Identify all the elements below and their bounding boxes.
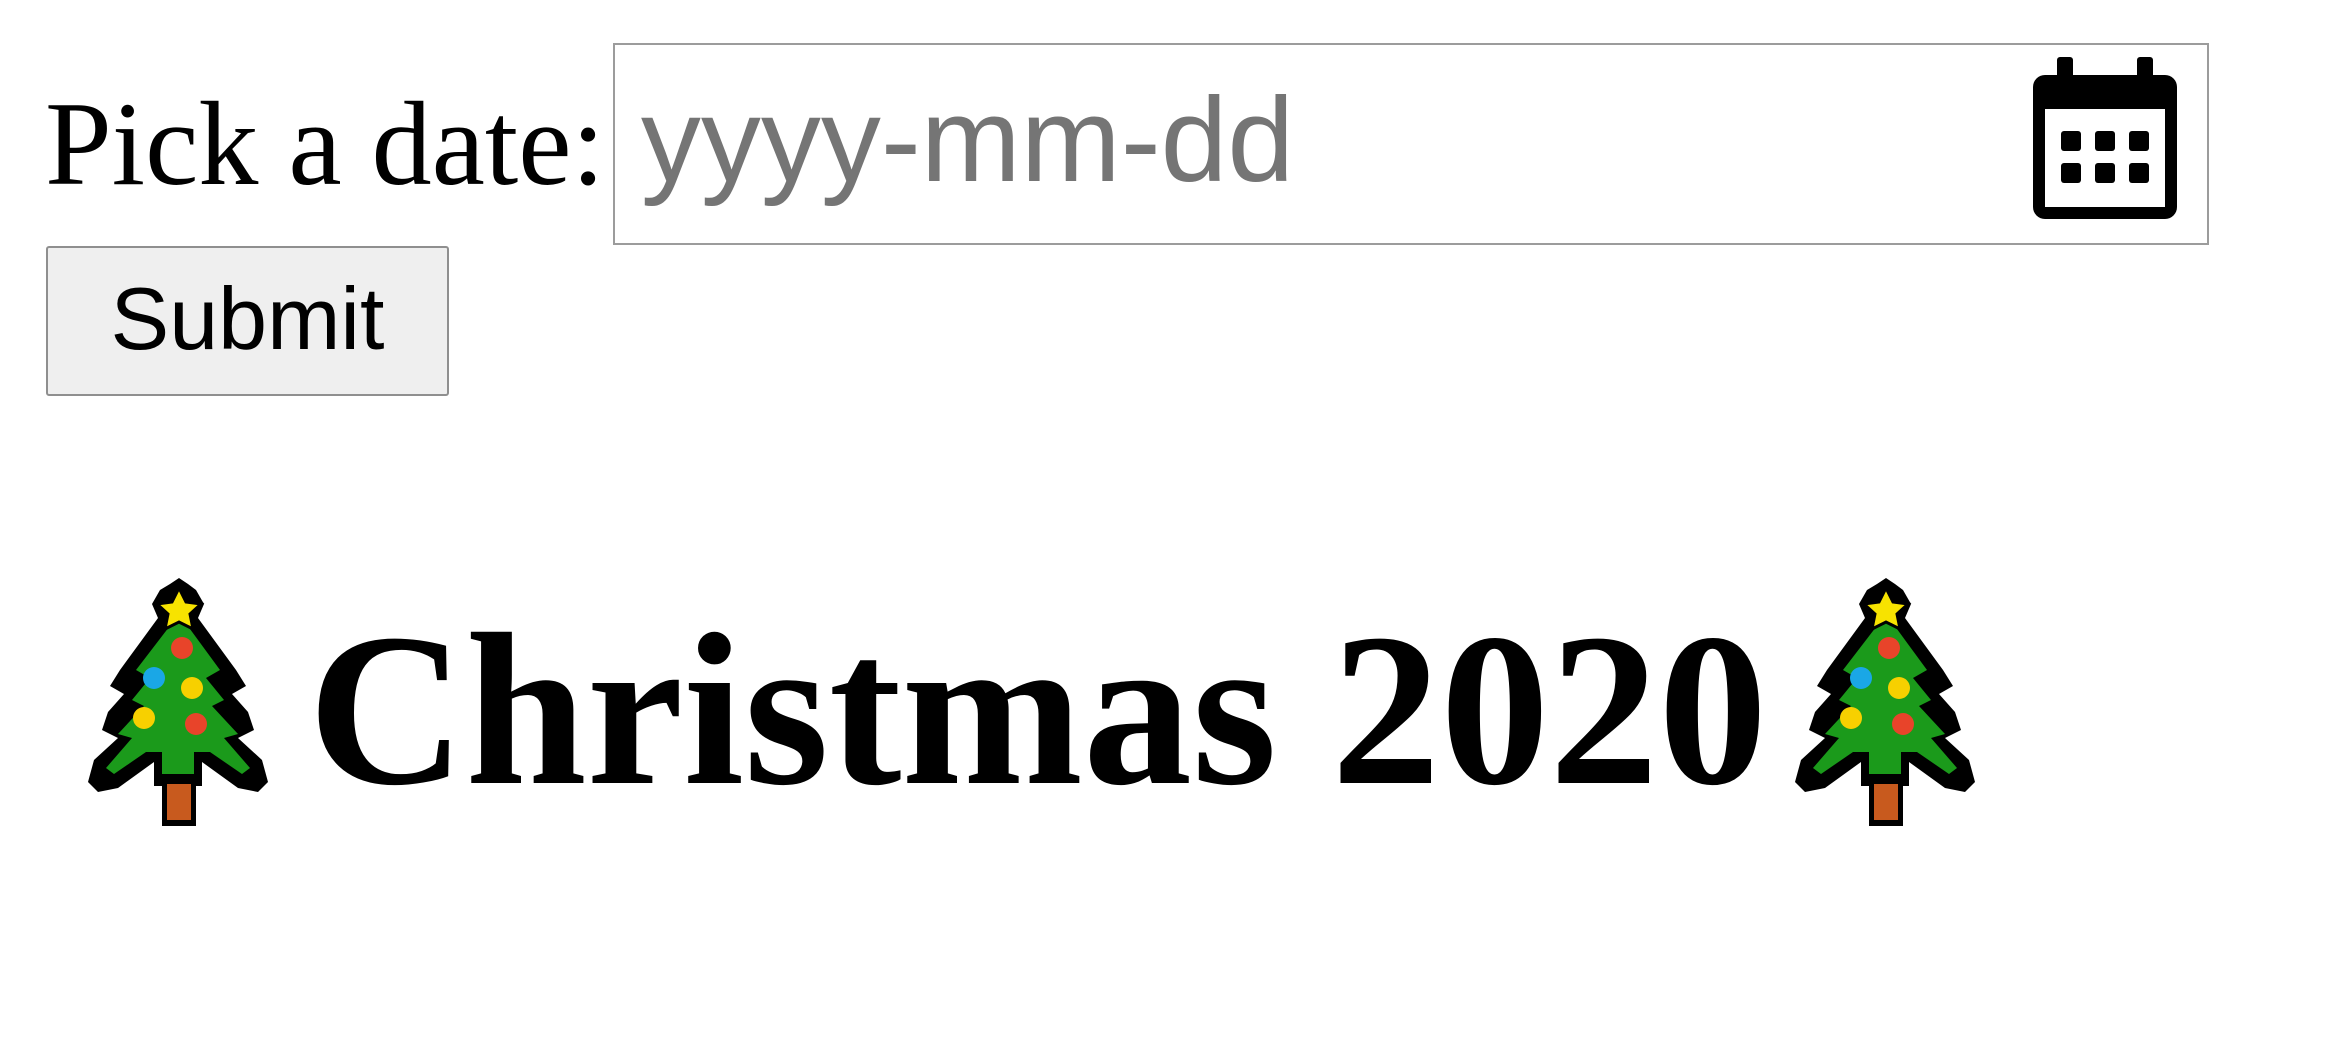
calendar-icon[interactable]	[2027, 53, 2183, 225]
date-input[interactable]: yyyy-mm-dd	[612, 43, 2209, 245]
christmas-tree-icon	[1795, 578, 1976, 826]
date-label: Pick a date:	[45, 77, 605, 210]
christmas-tree-icon	[88, 578, 268, 826]
date-input-placeholder: yyyy-mm-dd	[640, 73, 1295, 207]
submit-button[interactable]: Submit	[46, 246, 449, 396]
headline-text: Christmas 2020	[308, 590, 1768, 831]
headline: Christmas 2020	[70, 570, 1995, 840]
date-form-row: Pick a date: yyyy-mm-dd	[45, 42, 2209, 246]
